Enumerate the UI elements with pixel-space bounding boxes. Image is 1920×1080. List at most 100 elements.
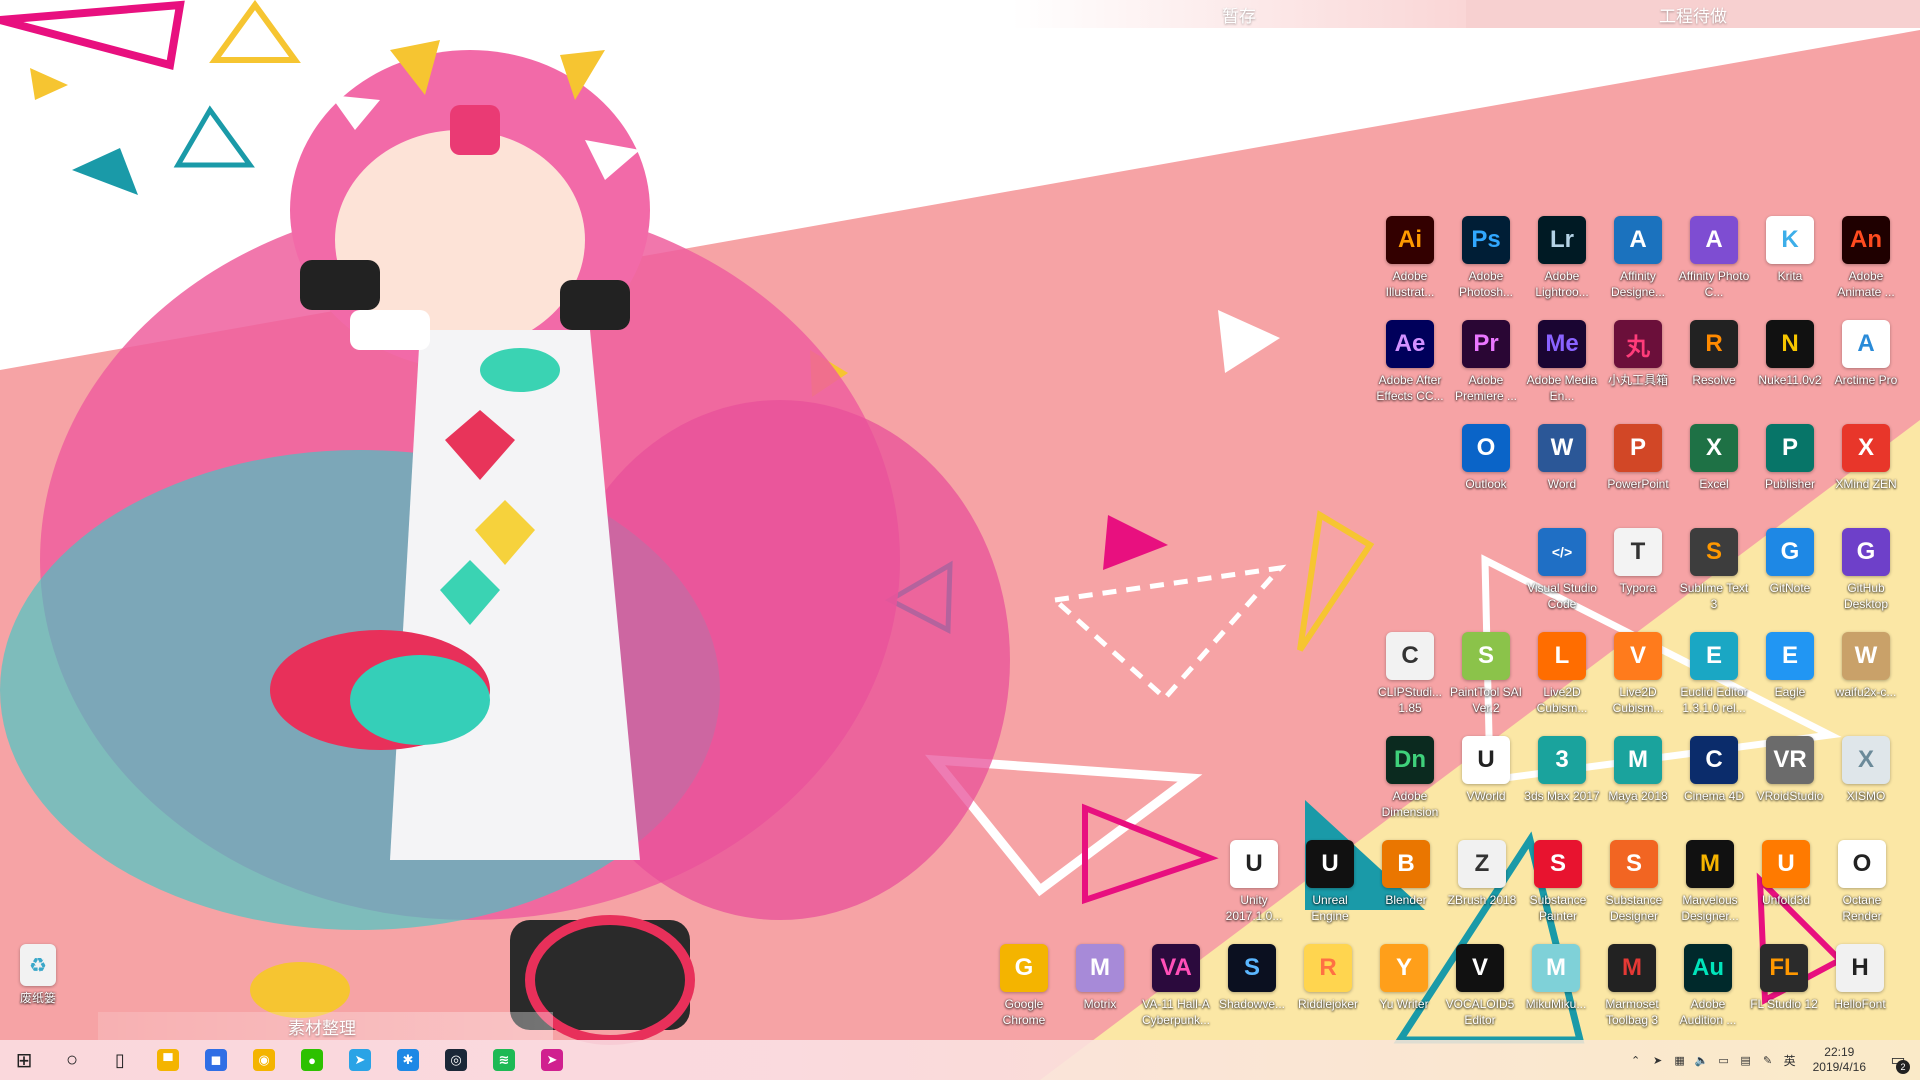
- desktop-icon-label: Adobe Lightroo...: [1535, 269, 1589, 299]
- action-center-button[interactable]: ▭ 2: [1882, 1040, 1914, 1080]
- hellofont-icon: H: [1836, 944, 1884, 992]
- desktop-icon-riddlejoker[interactable]: R Riddlejoker: [1290, 944, 1366, 1012]
- desktop-icon-xismo[interactable]: X XISMO: [1828, 736, 1904, 804]
- taskbar-pointer-button[interactable]: ➤: [528, 1040, 576, 1080]
- taskbar-file-explorer-button[interactable]: ▀: [144, 1040, 192, 1080]
- desktop-icon-cinema-4d[interactable]: C Cinema 4D: [1676, 736, 1752, 804]
- desktop-icon-live2d-cubism[interactable]: L Live2D Cubism...: [1524, 632, 1600, 716]
- desktop-icon-adobe-illustrat[interactable]: Ai Adobe Illustrat...: [1372, 216, 1448, 300]
- fence-todo[interactable]: 工程待做: [1466, 0, 1920, 28]
- task-view-button[interactable]: ▯: [96, 1040, 144, 1080]
- volume-icon[interactable]: 🔈: [1695, 1053, 1709, 1067]
- fence-material[interactable]: 素材整理: [98, 1012, 553, 1040]
- desktop-icon-substance-painter[interactable]: S Substance Painter: [1520, 840, 1596, 924]
- search-button[interactable]: ○: [48, 1040, 96, 1080]
- windows-logo-icon: ⊞: [15, 1049, 33, 1072]
- desktop-icon-nuke11-0v2[interactable]: N Nuke11.0v2: [1752, 320, 1828, 388]
- recycle-bin-icon-item[interactable]: ♻ 废纸篓: [0, 944, 76, 1006]
- pen-icon[interactable]: ✎: [1761, 1053, 1775, 1067]
- taskbar-wechat-button[interactable]: ●: [288, 1040, 336, 1080]
- desktop-icon-label: Affinity Photo C...: [1678, 269, 1750, 299]
- desktop-icon-adobe-dimension[interactable]: Dn Adobe Dimension: [1372, 736, 1448, 820]
- adobe-after-effects-cc-icon: Ae: [1386, 320, 1434, 368]
- desktop-icon-label: Euclid Editor 1.3.1.0 rel...: [1680, 685, 1748, 715]
- marvelous-designer-icon: M: [1686, 840, 1734, 888]
- desktop-icon-euclid-editor-1-3-1-0-rel[interactable]: E Euclid Editor 1.3.1.0 rel...: [1676, 632, 1752, 716]
- desktop-icon-blender[interactable]: B Blender: [1368, 840, 1444, 908]
- ime-indicator[interactable]: 英: [1783, 1053, 1797, 1068]
- desktop-icon-mikumiku[interactable]: M MikuMiku...: [1518, 944, 1594, 1012]
- desktop-icon-label: Arctime Pro: [1834, 373, 1898, 387]
- desktop-icon-marvelous-designer[interactable]: M Marvelous Designer...: [1672, 840, 1748, 924]
- desktop-icon-clipstudi-1-85[interactable]: C CLIPStudi... 1.85: [1372, 632, 1448, 716]
- desktop-icon-gitnote[interactable]: G GitNote: [1752, 528, 1828, 596]
- desktop-icon-unreal-engine[interactable]: U Unreal Engine: [1292, 840, 1368, 924]
- start-button[interactable]: ⊞: [0, 1040, 48, 1080]
- taskbar-telegram-button[interactable]: ➤: [336, 1040, 384, 1080]
- desktop-icon-arctime-pro[interactable]: A Arctime Pro: [1828, 320, 1904, 388]
- desktop-icon-adobe-lightroo[interactable]: Lr Adobe Lightroo...: [1524, 216, 1600, 300]
- clock[interactable]: 22:19 2019/4/16: [1805, 1045, 1874, 1075]
- powerpoint-icon: P: [1614, 424, 1662, 472]
- desktop-icon-adobe-media-en[interactable]: Me Adobe Media En...: [1524, 320, 1600, 404]
- desktop-icon-adobe-animate[interactable]: An Adobe Animate ...: [1828, 216, 1904, 300]
- taskbar-app-star-button[interactable]: ✱: [384, 1040, 432, 1080]
- desktop-icon-affinity-designe[interactable]: A Affinity Designe...: [1600, 216, 1676, 300]
- tray-box-icon[interactable]: ▭: [1717, 1053, 1731, 1067]
- desktop-icon-github-desktop[interactable]: G GitHub Desktop: [1828, 528, 1904, 612]
- 3ds-max-2017-icon: 3: [1538, 736, 1586, 784]
- desktop-icon-sublime-text-3[interactable]: S Sublime Text 3: [1676, 528, 1752, 612]
- tray-chevron-up-icon[interactable]: ⌃: [1629, 1053, 1643, 1067]
- tray-cursor-icon[interactable]: ➤: [1651, 1053, 1665, 1067]
- desktop-icon-waifu2x-c[interactable]: Wwaifu2x-c...: [1828, 632, 1904, 700]
- desktop-icon-substance-designer[interactable]: S Substance Designer: [1596, 840, 1672, 924]
- adobe-media-en-icon: Me: [1538, 320, 1586, 368]
- desktop-icon-publisher[interactable]: P Publisher: [1752, 424, 1828, 492]
- desktop-icon-powerpoint[interactable]: P PowerPoint: [1600, 424, 1676, 492]
- desktop-icon-label: Outlook: [1465, 477, 1507, 491]
- desktop-icon-krita[interactable]: K Krita: [1752, 216, 1828, 284]
- desktop-icon-google-chrome[interactable]: G Google Chrome: [986, 944, 1062, 1028]
- desktop-icon-adobe-audition[interactable]: Au Adobe Audition ...: [1670, 944, 1746, 1028]
- desktop-icon-adobe-premiere[interactable]: Pr Adobe Premiere ...: [1448, 320, 1524, 404]
- desktop-icon-hellofont[interactable]: H HelloFont: [1822, 944, 1898, 1012]
- desktop-icon-xmind-zen[interactable]: X XMind ZEN: [1828, 424, 1904, 492]
- taskbar-store-button[interactable]: ◼: [192, 1040, 240, 1080]
- network-icon[interactable]: ▤: [1739, 1053, 1753, 1067]
- desktop-icon-unfold3d[interactable]: U Unfold3d: [1748, 840, 1824, 908]
- desktop-icon-octane-render[interactable]: O Octane Render: [1824, 840, 1900, 924]
- desktop-icon-va-11-hall-a-cyberpunk[interactable]: VA VA-11 Hall-A Cyberpunk...: [1138, 944, 1214, 1028]
- desktop-icon-unity-2017-1-0[interactable]: U Unity 2017.1.0...: [1216, 840, 1292, 924]
- desktop-icon-app[interactable]: 丸小丸工具箱: [1600, 320, 1676, 388]
- desktop-icon-visual-studio-code[interactable]: </> Visual Studio Code: [1524, 528, 1600, 612]
- desktop-icon-typora[interactable]: T Typora: [1600, 528, 1676, 596]
- desktop-icon-3ds-max-2017[interactable]: 3 3ds Max 2017: [1524, 736, 1600, 804]
- desktop-icon-adobe-photosh[interactable]: Ps Adobe Photosh...: [1448, 216, 1524, 300]
- desktop-icon-label: Riddlejoker: [1297, 997, 1359, 1011]
- desktop-icon-outlook[interactable]: O Outlook: [1448, 424, 1524, 492]
- taskbar-chrome-button[interactable]: ◉: [240, 1040, 288, 1080]
- desktop-icon-adobe-after-effects-cc[interactable]: Ae Adobe After Effects CC...: [1372, 320, 1448, 404]
- desktop-icon-word[interactable]: W Word: [1524, 424, 1600, 492]
- desktop-icon-motrix[interactable]: M Motrix: [1062, 944, 1138, 1012]
- desktop-icon-shadowve[interactable]: S Shadowve...: [1214, 944, 1290, 1012]
- desktop-icon-eagle[interactable]: E Eagle: [1752, 632, 1828, 700]
- desktop-icon-excel[interactable]: X Excel: [1676, 424, 1752, 492]
- fence-stash[interactable]: 暂存: [1012, 0, 1466, 28]
- desktop-icon-vocaloid5-editor[interactable]: V VOCALOID5 Editor: [1442, 944, 1518, 1028]
- desktop-icon-marmoset-toolbag-3[interactable]: M Marmoset Toolbag 3: [1594, 944, 1670, 1028]
- desktop-icon-affinity-photo-c[interactable]: A Affinity Photo C...: [1676, 216, 1752, 300]
- taskbar-spotify-button[interactable]: ≋: [480, 1040, 528, 1080]
- cinema-4d-icon: C: [1690, 736, 1738, 784]
- desktop-icon-vworld[interactable]: U VWorld: [1448, 736, 1524, 804]
- desktop-icon-live2d-cubism[interactable]: V Live2D Cubism...: [1600, 632, 1676, 716]
- desktop-icon-painttool-sai-ver-2[interactable]: S PaintTool SAI Ver.2: [1448, 632, 1524, 716]
- desktop-icon-yu-writer[interactable]: Y Yu Writer: [1366, 944, 1442, 1012]
- desktop-icon-resolve[interactable]: R Resolve: [1676, 320, 1752, 388]
- desktop-icon-zbrush-2018[interactable]: Z ZBrush 2018: [1444, 840, 1520, 908]
- taskbar-steam-button[interactable]: ◎: [432, 1040, 480, 1080]
- desktop-icon-maya-2018[interactable]: M Maya 2018: [1600, 736, 1676, 804]
- desktop-icon-vroidstudio[interactable]: VR VRoidStudio: [1752, 736, 1828, 804]
- tray-app-icon[interactable]: ▦: [1673, 1053, 1687, 1067]
- desktop-icon-fl-studio-12[interactable]: FL FL Studio 12: [1746, 944, 1822, 1012]
